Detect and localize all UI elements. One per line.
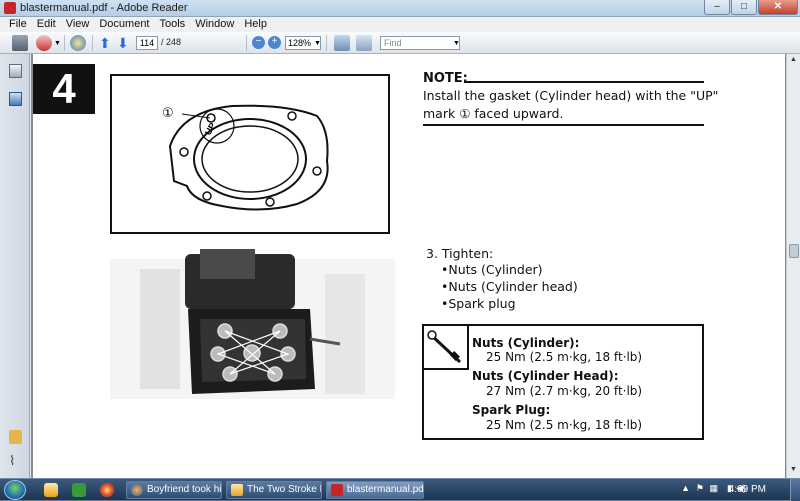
zoom-in-icon[interactable]: +: [268, 36, 281, 49]
vertical-scrollbar[interactable]: ▲ ▼: [786, 54, 800, 478]
menu-edit[interactable]: Edit: [32, 17, 61, 32]
taskbar: Boyfriend took his Bl... The Two Stroke …: [0, 478, 800, 501]
note-line-1: Install the gasket (Cylinder head) with …: [423, 88, 719, 103]
next-page-icon[interactable]: ⬇: [117, 35, 129, 51]
spec-value-spark-plug: 25 Nm (2.5 m·kg, 18 ft·lb): [486, 418, 643, 432]
step-3-title: 3. Tighten:: [426, 246, 494, 261]
adobe-reader-window: blastermanual.pdf - Adobe Reader – □ ✕ F…: [0, 0, 800, 478]
zoom-out-icon[interactable]: −: [252, 36, 265, 49]
minimize-button[interactable]: –: [704, 0, 730, 15]
note-line-2: mark ① faced upward.: [423, 106, 564, 121]
find-input[interactable]: Find: [380, 36, 460, 50]
taskbar-item-adobe-reader[interactable]: blastermanual.pdf - ...: [326, 481, 424, 499]
menu-view[interactable]: View: [61, 17, 95, 32]
navigation-pane: ⌇: [0, 54, 30, 478]
clock[interactable]: 4:09 PM: [729, 484, 766, 495]
menu-window[interactable]: Window: [190, 17, 239, 32]
close-button[interactable]: ✕: [758, 0, 798, 15]
system-tray: ▲ ⚑ ▦ ▮ ◀) 4:09 PM: [680, 479, 800, 501]
gasket-figure: ① UP: [110, 74, 390, 234]
adobe-reader-icon: [331, 484, 343, 496]
pdf-page: 4 ① UP NOTE: Install the gasket (Cylinde…: [33, 54, 785, 478]
menu-help[interactable]: Help: [239, 17, 272, 32]
flag-icon[interactable]: ⚑: [696, 483, 704, 494]
fit-width-icon[interactable]: [356, 35, 372, 51]
step-number-box: 4: [33, 64, 95, 114]
engine-photo: [110, 249, 395, 404]
maximize-button[interactable]: □: [731, 0, 757, 15]
gasket-drawing: [168, 104, 329, 211]
toolbar-separator: [326, 35, 327, 51]
torque-spec-box: Nuts (Cylinder): 25 Nm (2.5 m·kg, 18 ft·…: [422, 324, 704, 440]
email-icon[interactable]: [36, 35, 52, 51]
scroll-thumb[interactable]: [789, 244, 799, 258]
scroll-up-icon[interactable]: ▲: [790, 56, 797, 63]
spec-name-nuts-cylinder-head: Nuts (Cylinder Head):: [472, 369, 619, 383]
attachment-icon[interactable]: ⌇: [9, 454, 22, 468]
toolbar-separator: [92, 35, 93, 51]
menu-document[interactable]: Document: [94, 17, 154, 32]
bookmarks-icon[interactable]: [9, 92, 22, 106]
toolbar-separator: [246, 35, 247, 51]
page-number-input[interactable]: 114: [136, 36, 158, 50]
previous-page-icon[interactable]: ⬆: [99, 35, 111, 51]
adobe-reader-icon: [4, 2, 16, 14]
bullet-nuts-cylinder: •Nuts (Cylinder): [441, 262, 543, 277]
comments-icon[interactable]: [9, 430, 22, 444]
torque-wrench-icon: [424, 326, 469, 370]
print-icon[interactable]: [12, 35, 28, 51]
menu-tools[interactable]: Tools: [155, 17, 191, 32]
menu-bar: File Edit View Document Tools Window Hel…: [0, 17, 800, 32]
note-bottom-rule: [423, 124, 704, 126]
bullet-spark-plug: •Spark plug: [441, 296, 516, 311]
spec-value-nuts-cylinder: 25 Nm (2.5 m·kg, 18 ft·lb): [486, 350, 643, 364]
firefox-icon: [131, 484, 143, 496]
taskbar-item-browser[interactable]: Boyfriend took his Bl...: [126, 481, 222, 499]
show-hidden-icons-icon[interactable]: ▲: [681, 483, 690, 493]
fit-page-icon[interactable]: [334, 35, 350, 51]
toolbar: ▼ ⬆ ⬇ 114 / 248 − + 128% ▼ Find ▼: [0, 32, 800, 54]
show-desktop-button[interactable]: [790, 479, 800, 501]
taskbar-item-folder[interactable]: The Two Stroke Files: [226, 481, 322, 499]
note-heading: NOTE:: [423, 71, 468, 86]
quick-launch-icon[interactable]: [72, 483, 86, 497]
pages-icon[interactable]: [9, 64, 22, 78]
menu-file[interactable]: File: [4, 17, 32, 32]
start-button[interactable]: [4, 480, 26, 500]
note-rule: [464, 81, 704, 83]
figure-callout-label: ①: [162, 106, 174, 121]
network-icon[interactable]: ▦: [709, 483, 718, 494]
spec-value-nuts-cylinder-head: 27 Nm (2.7 m·kg, 20 ft·lb): [486, 384, 643, 398]
spec-name-spark-plug: Spark Plug:: [472, 403, 551, 417]
scroll-down-icon[interactable]: ▼: [790, 466, 797, 473]
bullet-nuts-cylinder-head: •Nuts (Cylinder head): [441, 279, 578, 294]
collaborate-icon[interactable]: [70, 35, 86, 51]
spec-name-nuts-cylinder: Nuts (Cylinder):: [472, 336, 580, 350]
toolbar-separator: [64, 35, 65, 51]
title-bar: blastermanual.pdf - Adobe Reader – □ ✕: [0, 0, 800, 17]
explorer-icon[interactable]: [44, 483, 58, 497]
page-count: / 248: [161, 37, 182, 47]
document-area: 4 ① UP NOTE: Install the gasket (Cylinde…: [31, 54, 786, 478]
chrome-icon[interactable]: [100, 483, 114, 497]
window-controls: – □ ✕: [703, 0, 798, 17]
window-title: blastermanual.pdf - Adobe Reader: [20, 2, 188, 14]
folder-icon: [231, 484, 243, 496]
